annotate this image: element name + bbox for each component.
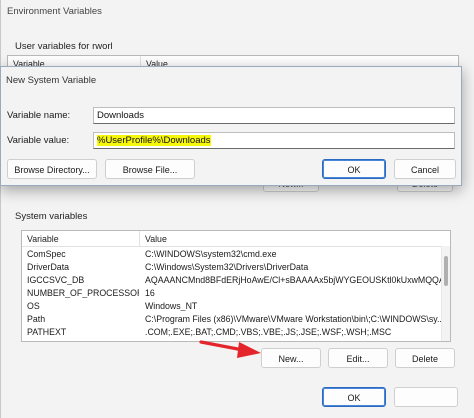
dialog-title: New System Variable (6, 75, 97, 86)
env-cancel-button-partial[interactable] (394, 387, 458, 407)
table-row[interactable]: ComSpec C:\WINDOWS\system32\cmd.exe (22, 248, 442, 261)
table-row[interactable]: OS Windows_NT (22, 300, 442, 313)
user-variables-label: User variables for rworl (15, 41, 113, 52)
dialog-cancel-button[interactable]: Cancel (394, 159, 456, 179)
table-row[interactable]: DriverData C:\Windows\System32\Drivers\D… (22, 261, 442, 274)
system-delete-button[interactable]: Delete (395, 348, 455, 368)
browse-directory-button[interactable]: Browse Directory... (7, 159, 97, 179)
red-arrow-icon (199, 340, 261, 358)
new-system-variable-dialog: New System Variable Variable name: Downl… (0, 66, 462, 186)
variable-name-label: Variable name: (7, 110, 71, 121)
table-row[interactable]: NUMBER_OF_PROCESSORS 16 (22, 287, 442, 300)
system-new-button[interactable]: New... (261, 348, 321, 368)
system-edit-button[interactable]: Edit... (328, 348, 388, 368)
variable-value-input[interactable]: %UserProfile%\Downloads (93, 132, 455, 149)
table-row[interactable]: IGCCSVC_DB AQAAANCMnd8BFdERjHoAwE/Cl+sBA… (22, 274, 445, 287)
dialog-ok-button[interactable]: OK (322, 159, 386, 179)
browse-file-button[interactable]: Browse File... (105, 159, 195, 179)
system-variables-list[interactable]: Variable Value ComSpec C:\WINDOWS\system… (21, 230, 451, 342)
variable-name-input[interactable]: Downloads (93, 107, 455, 124)
variable-value-label: Variable value: (7, 135, 70, 146)
system-variables-label: System variables (15, 211, 88, 222)
env-ok-button[interactable]: OK (322, 387, 386, 407)
environment-variables-window: Environment Variables User variables for… (0, 0, 474, 418)
variable-value-text: %UserProfile%\Downloads (97, 135, 211, 146)
system-col-value[interactable]: Value (145, 234, 167, 244)
system-list-header: Variable Value (22, 231, 450, 247)
table-row[interactable]: Path C:\Program Files (x86)\VMware\VMwar… (22, 313, 444, 326)
system-col-variable[interactable]: Variable (27, 234, 59, 244)
system-list-scrollbar[interactable] (441, 246, 450, 341)
window-title: Environment Variables (7, 6, 102, 17)
scroll-thumb[interactable] (444, 256, 448, 286)
